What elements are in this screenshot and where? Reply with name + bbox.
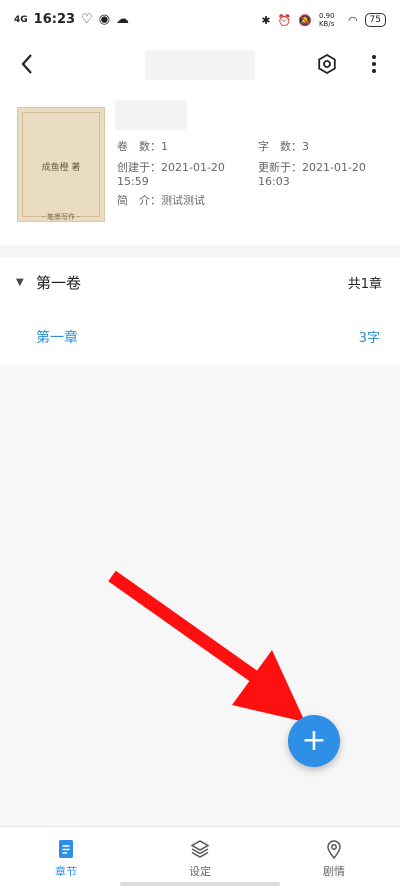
volume-chapter-count: 共1章 <box>347 277 382 292</box>
layers-icon <box>190 840 210 858</box>
more-vertical-icon[interactable] <box>364 49 384 79</box>
book-title-redacted <box>145 50 255 80</box>
book-name-redacted <box>115 100 187 130</box>
chapter-title: 第一章 <box>36 330 78 346</box>
app-bar <box>0 40 400 90</box>
section-divider <box>0 245 400 257</box>
network-label: 4G <box>14 14 28 25</box>
chat-icon: ◉ <box>98 12 111 27</box>
notification-icon: ♡ <box>81 12 93 27</box>
battery-icon: 75 <box>364 13 386 27</box>
volumes-label: 卷 数： <box>117 140 161 153</box>
updated-time: 16:03 <box>258 175 290 188</box>
home-indicator <box>120 882 280 886</box>
created-label: 创建于： <box>117 161 161 174</box>
tab-settings-label: 设定 <box>189 865 211 878</box>
created-date: 2021-01-20 <box>161 161 225 174</box>
intro-meta: 简 介：测试测试 <box>117 194 205 208</box>
alarm-icon: ⏰ <box>277 13 292 27</box>
network-speed: 0.90 KB/s <box>318 12 335 28</box>
tab-settings[interactable]: 设定 <box>160 833 240 883</box>
status-bar: 4G 16:23 ♡ ◉ ☁ ✱ ⏰ 🔕 0.90 KB/s ◠ 75 <box>0 0 400 40</box>
volume-section: ▼ 第一卷 共1章 第一章 3字 <box>0 257 400 365</box>
cloud-icon: ☁ <box>116 12 130 27</box>
updated-date: 2021-01-20 <box>302 161 366 174</box>
tab-chapters-label: 章节 <box>55 865 77 878</box>
chapter-word-count: 3字 <box>358 331 380 346</box>
chapter-icon <box>59 840 73 858</box>
intro-value: 测试测试 <box>161 194 205 207</box>
wifi-icon: ◠ <box>347 13 358 27</box>
created-time: 15:59 <box>117 175 149 188</box>
back-icon[interactable] <box>12 49 42 79</box>
mute-icon: 🔕 <box>298 13 312 27</box>
add-chapter-button[interactable]: + <box>288 715 340 767</box>
tab-plot[interactable]: 剧情 <box>294 833 374 883</box>
intro-label: 简 介： <box>117 194 161 207</box>
cover-author: 成鱼橙 著 <box>41 163 81 173</box>
updated-meta: 更新于：2021-01-20 16:03 <box>258 161 366 189</box>
gear-icon[interactable] <box>312 49 342 79</box>
volumes-meta: 卷 数：1 <box>117 140 168 154</box>
bluetooth-icon: ✱ <box>261 13 271 27</box>
book-cover[interactable]: 成鱼橙 著 - 笔墨写作 - <box>17 107 105 222</box>
words-meta: 字 数：3 <box>258 140 309 154</box>
volumes-value: 1 <box>161 140 168 153</box>
words-label: 字 数： <box>258 140 302 153</box>
chapter-row[interactable]: 第一章 3字 <box>0 315 400 359</box>
words-value: 3 <box>302 140 309 153</box>
tab-chapters[interactable]: 章节 <box>26 833 106 883</box>
book-info-panel: 成鱼橙 著 - 笔墨写作 - 卷 数：1 字 数：3 创建于：2021-01-2… <box>0 90 400 245</box>
volume-title[interactable]: 第一卷 <box>36 272 81 293</box>
caret-down-icon[interactable]: ▼ <box>16 277 24 288</box>
updated-label: 更新于： <box>258 161 302 174</box>
cover-brand: - 笔墨写作 - <box>42 213 80 221</box>
created-meta: 创建于：2021-01-20 15:59 <box>117 161 225 189</box>
location-pin-icon <box>327 840 341 859</box>
tab-plot-label: 剧情 <box>323 865 345 878</box>
clock: 16:23 <box>33 12 76 27</box>
